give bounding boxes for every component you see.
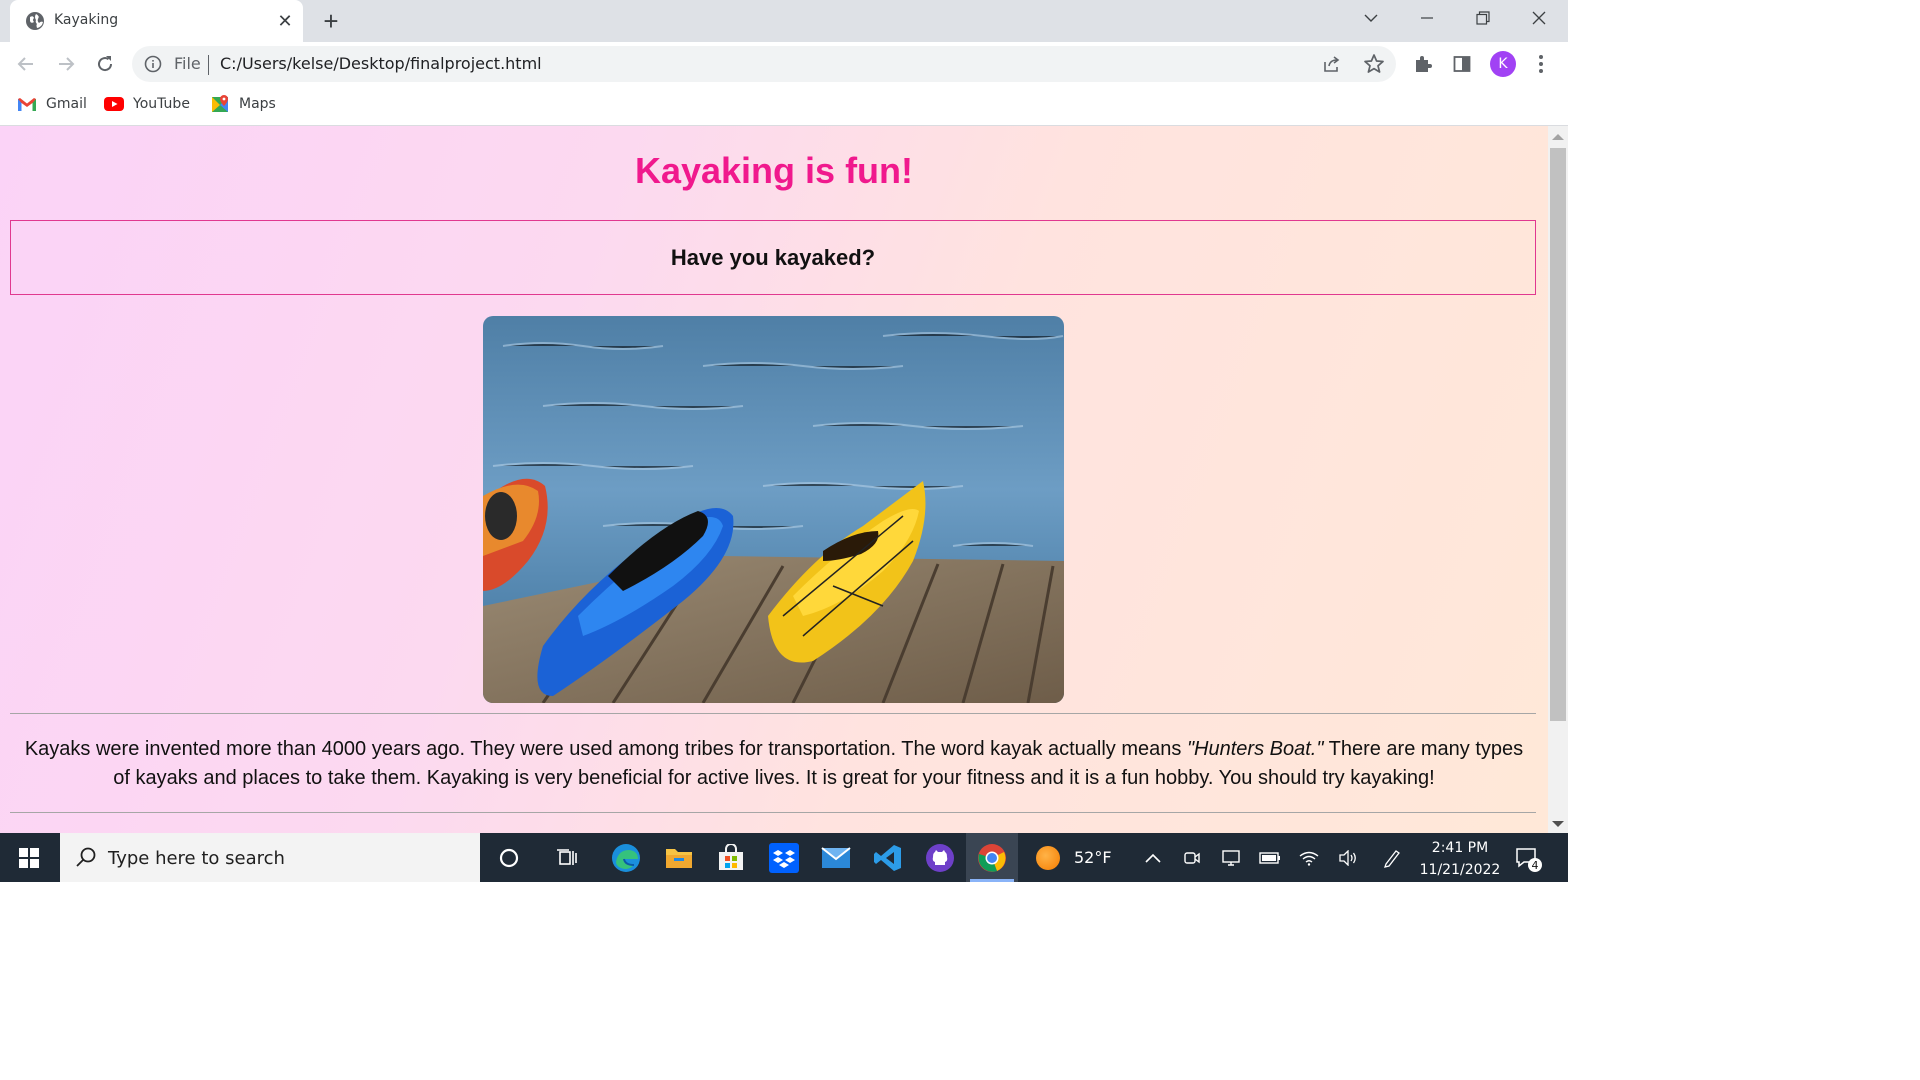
windows-taskbar: Type here to search 52°F 2:41 PM 11/21/2…: [0, 833, 1568, 882]
volume-icon[interactable]: [1331, 833, 1365, 882]
taskbar-search[interactable]: Type here to search: [60, 833, 480, 882]
dropbox-icon[interactable]: [758, 833, 810, 882]
scroll-down-icon[interactable]: [1552, 821, 1564, 827]
minimize-icon[interactable]: [1399, 0, 1455, 36]
bookmark-maps[interactable]: Maps: [210, 94, 276, 114]
back-icon[interactable]: [12, 50, 40, 78]
divider: [208, 55, 209, 75]
search-placeholder: Type here to search: [108, 848, 285, 869]
bookmark-label: YouTube: [133, 96, 190, 112]
scroll-up-icon[interactable]: [1552, 134, 1564, 140]
sun-icon: [1036, 845, 1060, 870]
bookmarks-bar: Gmail YouTube Maps: [0, 86, 1568, 126]
edge-icon[interactable]: [600, 833, 652, 882]
url-text[interactable]: C:/Users/kelse/Desktop/finalproject.html: [220, 54, 542, 73]
share-icon[interactable]: [1322, 54, 1342, 74]
reload-icon[interactable]: [91, 50, 119, 78]
intro-paragraph: Kayaks were invented more than 4000 year…: [14, 735, 1534, 793]
close-window-icon[interactable]: [1511, 0, 1567, 36]
bookmark-gmail[interactable]: Gmail: [17, 94, 87, 114]
close-tab-icon[interactable]: ✕: [274, 10, 296, 32]
tab-strip: Kayaking ✕ +: [0, 0, 1568, 42]
question-heading: Have you kayaked?: [670, 245, 876, 270]
wifi-icon[interactable]: [1292, 833, 1326, 882]
tab-kayaking[interactable]: Kayaking ✕: [10, 0, 303, 42]
bookmark-label: Maps: [239, 96, 276, 112]
scheme-label: File: [174, 54, 201, 73]
github-desktop-icon[interactable]: [914, 833, 966, 882]
weather-temp: 52°F: [1074, 848, 1112, 867]
page-scrollbar[interactable]: [1548, 126, 1568, 833]
clock-date: 11/21/2022: [1419, 862, 1501, 878]
new-tab-icon[interactable]: +: [318, 8, 344, 35]
bookmark-star-icon[interactable]: [1362, 52, 1386, 76]
battery-icon[interactable]: [1253, 833, 1287, 882]
bookmark-label: Gmail: [46, 96, 87, 112]
menu-kebab-icon[interactable]: [1529, 52, 1553, 76]
mail-icon[interactable]: [810, 833, 862, 882]
restore-icon[interactable]: [1455, 0, 1511, 36]
question-box: Have you kayaked?: [10, 220, 1536, 295]
pen-icon[interactable]: [1375, 833, 1409, 882]
paragraph-emphasis: "Hunters Boat.": [1186, 738, 1324, 760]
scroll-thumb[interactable]: [1550, 148, 1566, 721]
notification-count: 4: [1532, 859, 1539, 872]
chevron-up-icon[interactable]: [1136, 833, 1170, 882]
kayak-photo: [483, 316, 1064, 703]
page-title: Kayaking is fun!: [634, 150, 914, 191]
microsoft-store-icon[interactable]: [705, 833, 757, 882]
profile-avatar[interactable]: K: [1490, 51, 1516, 77]
globe-icon: [26, 12, 44, 30]
display-icon[interactable]: [1214, 833, 1248, 882]
cortana-icon[interactable]: [483, 833, 535, 882]
browser-toolbar: File C:/Users/kelse/Desktop/finalproject…: [0, 42, 1568, 86]
side-panel-icon[interactable]: [1450, 52, 1474, 76]
notification-icon[interactable]: 4: [1514, 845, 1542, 873]
gmail-icon: [17, 96, 37, 112]
bookmark-youtube[interactable]: YouTube: [104, 94, 190, 114]
chrome-icon[interactable]: [966, 833, 1018, 882]
forward-icon[interactable]: [52, 50, 80, 78]
search-icon: [76, 847, 96, 867]
file-explorer-icon[interactable]: [653, 833, 705, 882]
divider-bottom: [10, 812, 1536, 813]
paragraph-text: Kayaks were invented more than 4000 year…: [24, 738, 1187, 760]
divider-top: [10, 713, 1536, 714]
tab-search-icon[interactable]: [1343, 0, 1399, 36]
address-bar[interactable]: File C:/Users/kelse/Desktop/finalproject…: [132, 46, 1396, 82]
youtube-icon: [104, 96, 124, 112]
maps-icon: [210, 95, 230, 112]
task-view-icon[interactable]: [542, 833, 594, 882]
meet-now-icon[interactable]: [1175, 833, 1209, 882]
vscode-icon[interactable]: [862, 833, 914, 882]
tab-title: Kayaking: [54, 12, 119, 28]
system-clock[interactable]: 2:41 PM 11/21/2022: [1412, 837, 1508, 881]
windows-start-icon[interactable]: [0, 833, 58, 882]
page-viewport: Kayaking is fun! Have you kayaked? Kayak…: [0, 126, 1548, 833]
clock-time: 2:41 PM: [1431, 840, 1489, 856]
info-icon[interactable]: [144, 55, 162, 73]
weather-widget[interactable]: 52°F: [1036, 833, 1112, 882]
extensions-icon[interactable]: [1411, 52, 1435, 76]
